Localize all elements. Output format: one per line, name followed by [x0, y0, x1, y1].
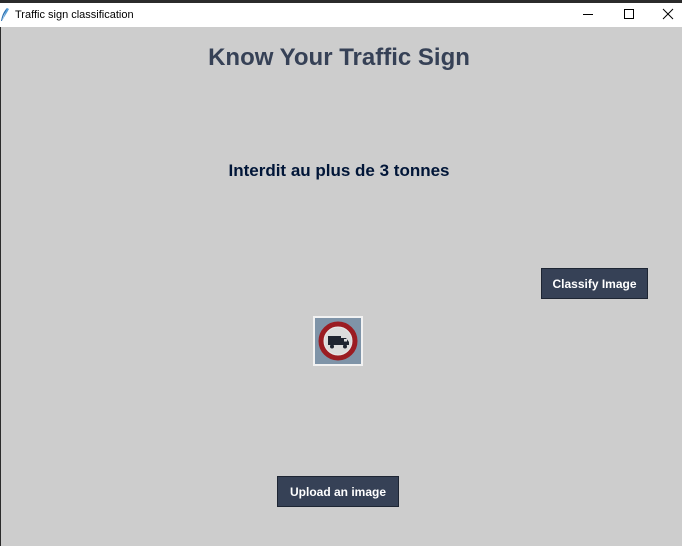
page-title: Know Your Traffic Sign: [0, 44, 682, 72]
window-left-border: [0, 27, 1, 546]
minimize-icon: [583, 14, 593, 15]
upload-image-button[interactable]: Upload an image: [277, 476, 399, 507]
close-icon: [662, 8, 674, 20]
window-title: Traffic sign classification: [15, 9, 134, 21]
maximize-button[interactable]: [609, 3, 649, 25]
uploaded-image-preview: [313, 316, 363, 366]
classification-result-text: Interdit au plus de 3 tonnes: [228, 161, 450, 180]
classification-result: Interdit au plus de 3 tonnes: [0, 161, 682, 181]
no-trucks-sign-icon: [315, 318, 361, 364]
title-bar[interactable]: Traffic sign classification: [0, 3, 682, 27]
feather-app-icon: [0, 7, 10, 23]
page-title-text: Know Your Traffic Sign: [208, 44, 470, 71]
maximize-icon: [624, 9, 634, 19]
close-button[interactable]: [648, 3, 682, 25]
minimize-button[interactable]: [568, 3, 608, 25]
app-window: Traffic sign classification Know Your Tr…: [0, 0, 682, 546]
classify-image-button[interactable]: Classify Image: [541, 268, 648, 299]
